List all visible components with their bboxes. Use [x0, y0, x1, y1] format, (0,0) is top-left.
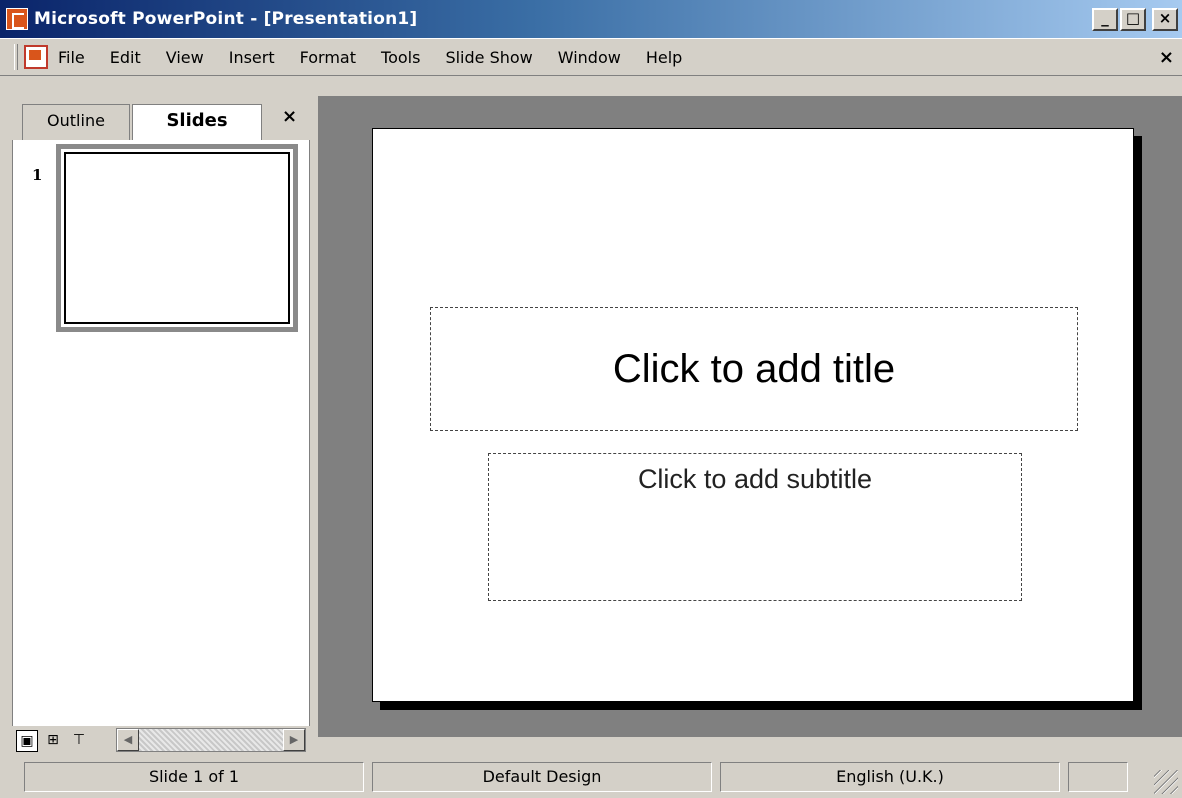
normal-view-icon[interactable]: ▣: [16, 730, 38, 752]
tab-outline[interactable]: Outline: [22, 104, 130, 140]
menu-file[interactable]: File: [58, 48, 85, 67]
slide-show-icon[interactable]: ⊤: [68, 730, 90, 752]
subtitle-placeholder[interactable]: Click to add subtitle: [488, 453, 1022, 601]
scroll-left-button[interactable]: ◀: [117, 729, 139, 751]
menu-tools[interactable]: Tools: [381, 48, 420, 67]
menu-insert[interactable]: Insert: [229, 48, 275, 67]
menu-help[interactable]: Help: [646, 48, 682, 67]
toolbar-grip[interactable]: [14, 44, 18, 70]
status-language[interactable]: English (U.K.): [720, 762, 1060, 792]
menu-window[interactable]: Window: [558, 48, 621, 67]
notes-splitter[interactable]: [318, 736, 1182, 756]
menu-slide-show[interactable]: Slide Show: [445, 48, 532, 67]
menu-edit[interactable]: Edit: [110, 48, 141, 67]
minimize-button[interactable]: _: [1092, 8, 1118, 31]
pane-horizontal-scrollbar[interactable]: ◀ ▶: [116, 728, 306, 752]
pane-close-icon[interactable]: ×: [282, 106, 297, 127]
window-controls: _ □ ×: [1092, 8, 1178, 31]
slide-number: 1: [32, 166, 43, 184]
close-button[interactable]: ×: [1152, 8, 1178, 31]
title-placeholder[interactable]: Click to add title: [430, 307, 1078, 431]
status-extra: [1068, 762, 1128, 792]
window-title: Microsoft PowerPoint - [Presentation1]: [34, 9, 418, 29]
pane-tabs: Outline Slides ×: [12, 96, 310, 140]
menu-format[interactable]: Format: [300, 48, 356, 67]
slide-thumbnail-canvas: [64, 152, 290, 324]
document-close-icon[interactable]: ×: [1159, 47, 1174, 68]
status-design[interactable]: Default Design: [372, 762, 712, 792]
resize-grip-icon[interactable]: [1154, 770, 1178, 794]
menu-bar: File Edit View Insert Format Tools Slide…: [0, 38, 1182, 76]
tab-slides[interactable]: Slides: [132, 104, 262, 140]
slide-canvas[interactable]: Click to add title Click to add subtitle: [372, 128, 1134, 702]
title-bar: Microsoft PowerPoint - [Presentation1] _…: [0, 0, 1182, 38]
view-bar: ▣ ⊞ ⊤ ◀ ▶: [12, 726, 310, 756]
status-bar: Slide 1 of 1 Default Design English (U.K…: [0, 756, 1182, 798]
status-slide-count: Slide 1 of 1: [24, 762, 364, 792]
powerpoint-app-icon[interactable]: [6, 8, 28, 30]
menu-view[interactable]: View: [166, 48, 204, 67]
document-icon[interactable]: [24, 45, 48, 69]
maximize-button[interactable]: □: [1120, 8, 1146, 31]
slide-thumbnail[interactable]: [56, 144, 298, 332]
scroll-right-button[interactable]: ▶: [283, 729, 305, 751]
slide-sorter-icon[interactable]: ⊞: [42, 730, 64, 752]
